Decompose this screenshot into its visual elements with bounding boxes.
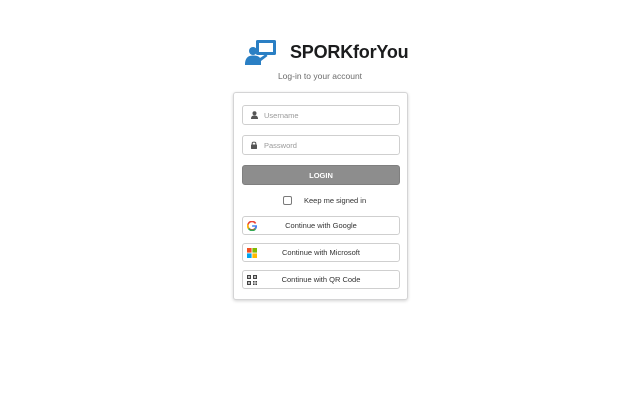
login-button[interactable]: LOGIN — [242, 165, 400, 185]
lock-icon — [245, 141, 263, 149]
google-signin-button[interactable]: Continue with Google — [242, 216, 400, 235]
qr-signin-button[interactable]: Continue with QR Code — [242, 270, 400, 289]
qr-signin-label: Continue with QR Code — [281, 275, 361, 284]
remember-checkbox[interactable] — [283, 196, 292, 205]
google-signin-label: Continue with Google — [285, 221, 357, 230]
password-input[interactable] — [263, 140, 393, 150]
brand-header: SPORKforYou — [245, 39, 409, 65]
microsoft-icon — [247, 248, 257, 258]
microsoft-signin-button[interactable]: Continue with Microsoft — [242, 243, 400, 262]
remember-me[interactable]: Keep me signed in — [283, 196, 366, 205]
user-icon — [245, 111, 263, 119]
remember-label: Keep me signed in — [304, 196, 367, 205]
qr-code-icon — [247, 275, 257, 285]
brand-name: SPORKforYou — [290, 41, 409, 62]
microsoft-signin-label: Continue with Microsoft — [282, 248, 360, 257]
password-field[interactable] — [242, 135, 400, 155]
username-field[interactable] — [242, 105, 400, 125]
presentation-user-icon — [245, 40, 276, 65]
page-subtitle: Log-in to your account — [277, 71, 363, 81]
google-icon — [247, 221, 257, 231]
login-card: LOGIN Keep me signed in Continue with Go… — [233, 92, 408, 300]
username-input[interactable] — [263, 110, 393, 120]
